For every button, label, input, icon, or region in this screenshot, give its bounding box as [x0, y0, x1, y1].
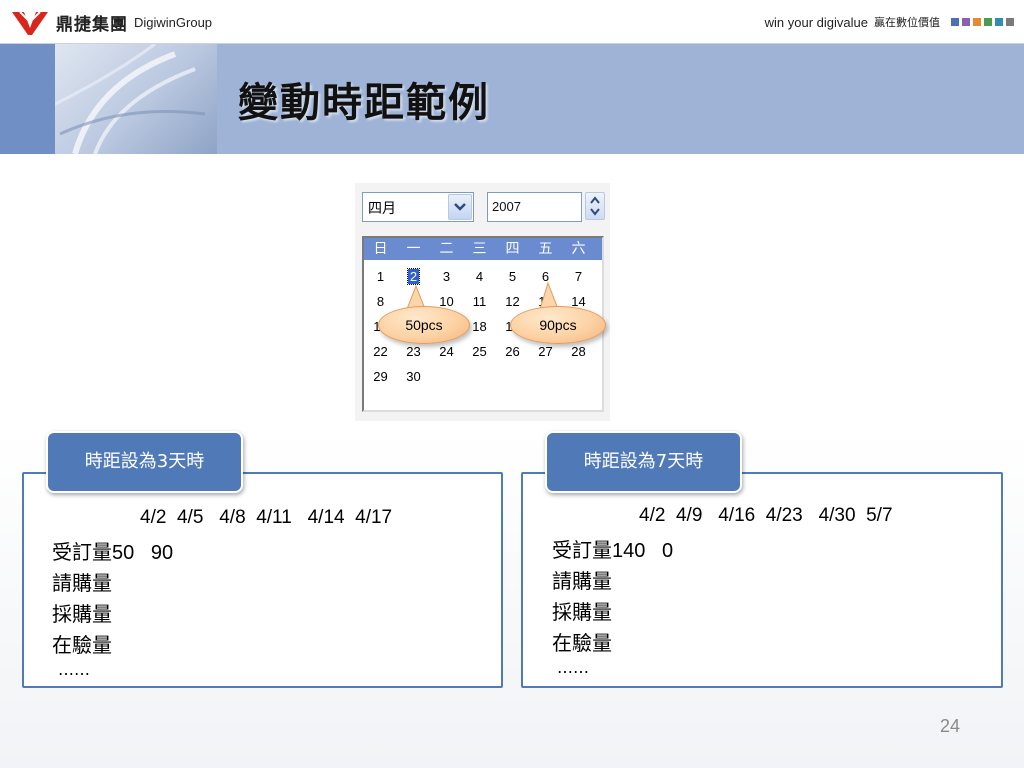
staircase-image-icon — [55, 44, 206, 154]
row-label: 採購量 — [52, 602, 112, 626]
brand-square — [962, 18, 970, 26]
banner-photo — [55, 44, 217, 154]
slogan: win your digivalue 贏在數位價值 — [765, 14, 1014, 30]
slogan-text: win your digivalue — [764, 14, 868, 30]
callout-bubble: 90pcs — [510, 306, 606, 344]
row-purchase-qty: 採購量 — [52, 598, 112, 627]
row-ellipsis: …… — [557, 658, 589, 677]
panel-3-day-interval: 4/2 4/5 4/8 4/11 4/14 4/17 受訂量50 90 請購量 … — [22, 472, 503, 688]
row-label: 在驗量 — [552, 631, 612, 655]
row-requisition-qty: 請購量 — [52, 567, 112, 596]
panel-7-day-interval: 4/2 4/9 4/16 4/23 4/30 5/7 受訂量140 0 請購量 … — [521, 472, 1003, 688]
page-title: 變動時距範例 — [238, 80, 490, 126]
row-label: 請購量 — [52, 571, 112, 595]
row-label: 受訂量 — [52, 540, 112, 564]
row-label: …… — [58, 660, 90, 679]
row-order-qty: 受訂量140 0 — [552, 534, 673, 563]
company-name-cn: 鼎捷集團 — [56, 14, 128, 35]
company-logo: 鼎捷集團 DigiwinGroup — [10, 6, 212, 38]
panel-tag-7-day: 時距設為7天時 — [545, 431, 742, 493]
row-order-qty: 受訂量50 90 — [52, 536, 173, 565]
brand-square — [1006, 18, 1014, 26]
top-bar: 鼎捷集團 DigiwinGroup win your digivalue 贏在數… — [0, 0, 1024, 44]
row-label: 在驗量 — [52, 633, 112, 657]
row-purchase-qty: 採購量 — [552, 596, 612, 625]
brand-square — [951, 18, 959, 26]
calendar-widget: 四月 2007 日 一 二 三 四 五 六 1 2 3 4 5 6 7 8 10… — [355, 183, 610, 421]
page-number: 24 — [940, 716, 961, 736]
row-inspection-qty: 在驗量 — [552, 627, 612, 656]
row-label: 採購量 — [552, 600, 612, 624]
callout-bubble: 50pcs — [378, 306, 470, 344]
row-label: 受訂量 — [552, 538, 612, 562]
callout-pointers — [406, 281, 559, 310]
company-name-en: DigiwinGroup — [134, 14, 213, 30]
interval-dates: 4/2 4/5 4/8 4/11 4/14 4/17 — [140, 507, 393, 528]
slogan-subtext: 贏在數位價值 — [874, 16, 940, 29]
brand-squares — [948, 18, 1014, 26]
row-values: 50 90 — [112, 542, 174, 564]
row-label: 請購量 — [552, 569, 612, 593]
banner-strip — [0, 44, 55, 154]
interval-dates: 4/2 4/9 4/16 4/23 4/30 5/7 — [639, 505, 893, 526]
logo-mark-icon — [12, 11, 48, 35]
brand-square — [984, 18, 992, 26]
row-values: 140 0 — [612, 540, 674, 562]
panel-tag-3-day: 時距設為3天時 — [46, 431, 243, 493]
row-label: …… — [557, 658, 589, 677]
title-banner: 變動時距範例 — [0, 44, 1024, 154]
row-requisition-qty: 請購量 — [552, 565, 612, 594]
brand-square — [973, 18, 981, 26]
brand-square — [995, 18, 1003, 26]
row-inspection-qty: 在驗量 — [52, 629, 112, 658]
row-ellipsis: …… — [58, 660, 90, 679]
